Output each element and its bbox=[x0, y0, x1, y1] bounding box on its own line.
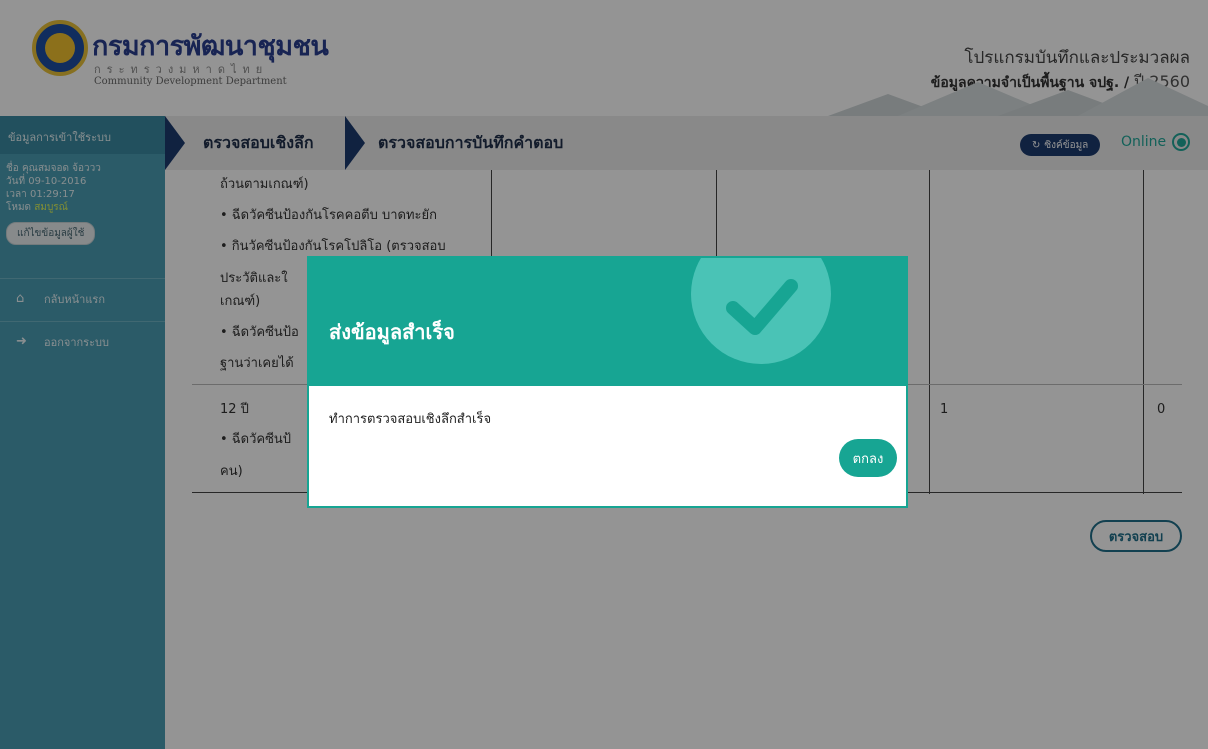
dialog-message: ทำการตรวจสอบเชิงลึกสำเร็จ bbox=[329, 412, 492, 427]
dialog-header: ส่งข้อมูลสำเร็จ bbox=[309, 258, 906, 386]
ok-button[interactable]: ตกลง bbox=[839, 439, 897, 477]
dialog-title: ส่งข้อมูลสำเร็จ bbox=[329, 320, 455, 344]
checkmark-icon bbox=[726, 279, 798, 335]
success-badge bbox=[691, 258, 831, 364]
success-dialog: ส่งข้อมูลสำเร็จ ทำการตรวจสอบเชิงลึกสำเร็… bbox=[307, 256, 908, 508]
